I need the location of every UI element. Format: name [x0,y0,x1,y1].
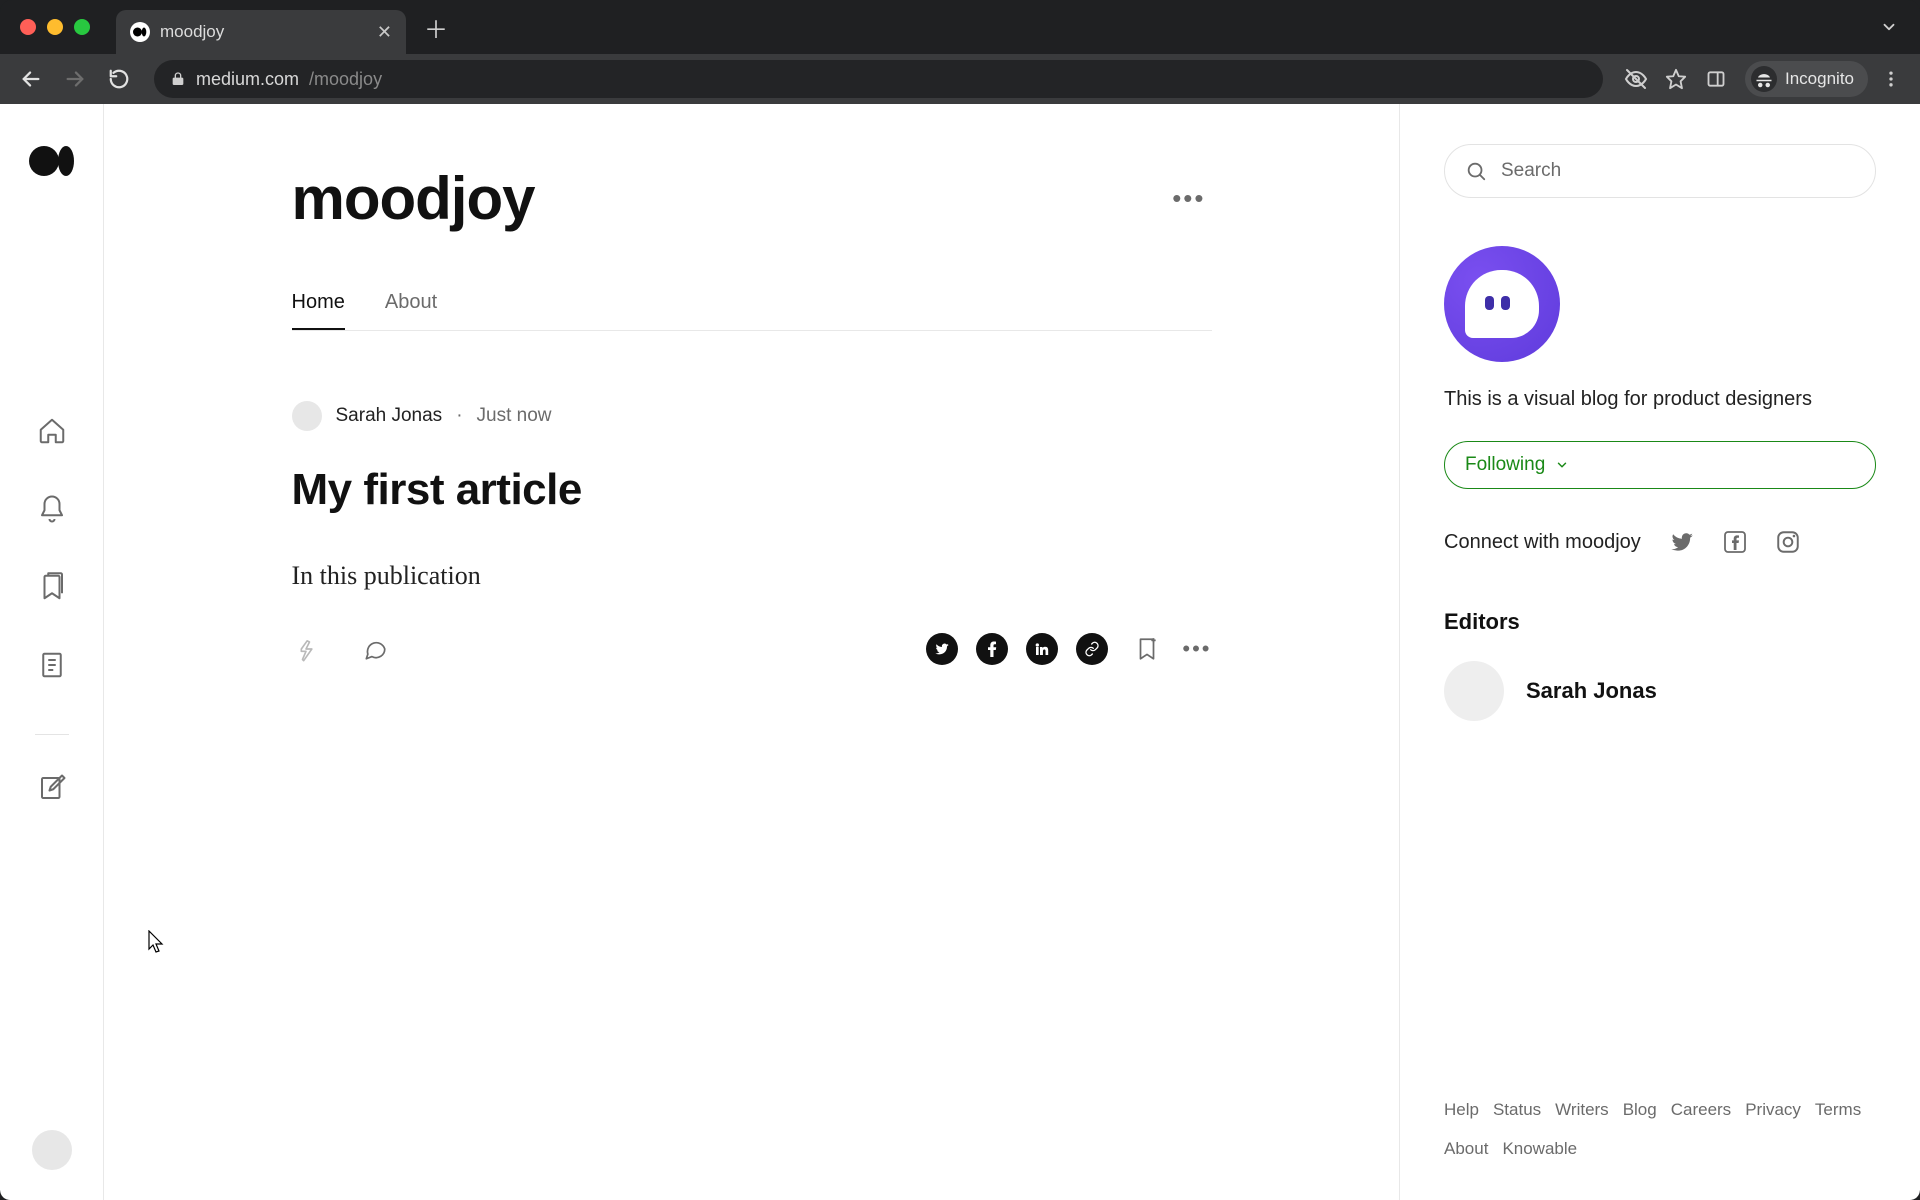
comment-button[interactable] [362,636,388,662]
footer-link[interactable]: Privacy [1745,1096,1801,1125]
meta-separator: · [456,405,462,427]
share-facebook-button[interactable] [976,633,1008,665]
footer-link[interactable]: Status [1493,1096,1541,1125]
share-twitter-button[interactable] [926,633,958,665]
author-name[interactable]: Sarah Jonas [336,405,443,427]
search-input[interactable] [1501,160,1855,182]
incognito-indicator[interactable]: Incognito [1745,61,1868,97]
browser-tab-strip: moodjoy ✕ ＋ [0,0,1920,54]
chevron-down-icon [1555,458,1569,472]
tab-close-button[interactable]: ✕ [377,22,392,43]
address-bar[interactable]: medium.com/moodjoy [154,60,1603,98]
copy-link-button[interactable] [1076,633,1108,665]
sidebar-write-icon[interactable] [37,773,67,803]
nav-reload-button[interactable] [100,60,138,98]
bookmark-star-icon[interactable] [1659,62,1693,96]
sidebar-stories-icon[interactable] [37,650,67,680]
publication-tabs: Home About [292,277,1212,331]
medium-logo[interactable] [29,146,74,176]
incognito-label: Incognito [1785,69,1854,89]
main-column: moodjoy ••• Home About Sarah Jonas · Jus… [104,104,1400,1200]
post-title[interactable]: My first article [292,465,1212,515]
window-controls [20,19,90,35]
footer-links: Help Status Writers Blog Careers Privacy… [1444,1096,1876,1164]
tracking-off-icon[interactable] [1619,62,1653,96]
post-card: Sarah Jonas · Just now My first article … [292,401,1212,665]
publication-avatar[interactable] [1444,246,1560,362]
sidebar-bookmarks-icon[interactable] [37,572,67,602]
window-minimize-button[interactable] [47,19,63,35]
footer-link[interactable]: About [1444,1135,1488,1164]
side-panel-icon[interactable] [1699,62,1733,96]
social-facebook-icon[interactable] [1723,530,1747,554]
footer-link[interactable]: Knowable [1502,1135,1577,1164]
editor-row[interactable]: Sarah Jonas [1444,661,1876,721]
following-button[interactable]: Following [1444,441,1876,489]
right-rail: This is a visual blog for product design… [1400,104,1920,1200]
tab-title: moodjoy [160,22,367,42]
clap-button[interactable] [292,635,320,663]
url-path: /moodjoy [309,69,382,90]
search-icon [1465,160,1487,182]
editor-avatar [1444,661,1504,721]
sidebar-user-avatar[interactable] [32,1130,72,1170]
post-time: Just now [477,405,552,427]
social-twitter-icon[interactable] [1669,529,1695,555]
tab-home[interactable]: Home [292,277,345,330]
footer-link[interactable]: Blog [1623,1096,1657,1125]
sidebar-divider [35,734,69,735]
share-linkedin-button[interactable] [1026,633,1058,665]
nav-forward-button[interactable] [56,60,94,98]
post-meta: Sarah Jonas · Just now [292,401,1212,431]
editors-heading: Editors [1444,609,1876,635]
social-instagram-icon[interactable] [1775,529,1801,555]
lock-icon [170,71,186,87]
footer-link[interactable]: Terms [1815,1096,1861,1125]
tabs-overflow-button[interactable] [1880,18,1898,36]
browser-toolbar: medium.com/moodjoy Incognito [0,54,1920,104]
post-more-button[interactable]: ••• [1182,636,1211,662]
window-close-button[interactable] [20,19,36,35]
publication-description: This is a visual blog for product design… [1444,388,1876,411]
connect-label: Connect with moodjoy [1444,531,1641,554]
publication-title: moodjoy [292,164,535,233]
tab-about[interactable]: About [385,277,437,330]
search-box[interactable] [1444,144,1876,198]
editor-name: Sarah Jonas [1526,678,1657,704]
tab-favicon [130,22,150,42]
new-tab-button[interactable]: ＋ [424,10,448,45]
incognito-icon [1751,66,1777,92]
browser-menu-button[interactable] [1874,62,1908,96]
footer-link[interactable]: Careers [1671,1096,1731,1125]
window-maximize-button[interactable] [74,19,90,35]
sidebar-notifications-icon[interactable] [37,494,67,524]
footer-link[interactable]: Writers [1555,1096,1609,1125]
app-sidebar [0,104,104,1200]
post-excerpt: In this publication [292,561,1212,591]
url-host: medium.com [196,69,299,90]
footer-link[interactable]: Help [1444,1096,1479,1125]
browser-tab[interactable]: moodjoy ✕ [116,10,406,54]
following-label: Following [1465,454,1545,476]
sidebar-home-icon[interactable] [37,416,67,446]
author-avatar[interactable] [292,401,322,431]
ghost-icon [1465,270,1539,338]
publication-more-button[interactable]: ••• [1166,177,1211,220]
save-bookmark-button[interactable] [1134,636,1160,662]
nav-back-button[interactable] [12,60,50,98]
